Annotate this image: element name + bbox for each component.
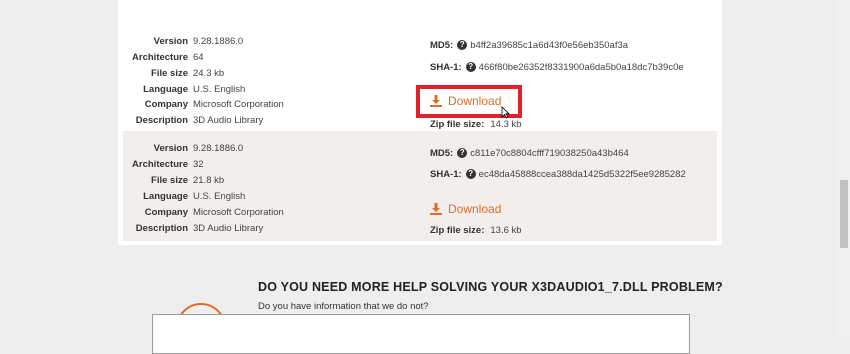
mouse-cursor-icon (501, 106, 510, 119)
sha1-row: SHA-1:? 466f80be26352f8331900a6da5b0a18dc… (430, 62, 684, 73)
file-version-32: Version 9.28.1886.0 Architecture 32 File s… (123, 131, 717, 241)
language-row: Language U.S. English (143, 191, 246, 202)
question-circle-icon[interactable]: ? (465, 62, 476, 73)
file-size-row: File size 24.3 kb (151, 68, 225, 79)
md5-row: MD5:? b4ff2a39685c1a6d43f0e56eb350af3a (430, 40, 629, 51)
zip-size-row: Zip file size: 13.6 kb (430, 225, 522, 236)
language-row: Language U.S. English (143, 84, 246, 95)
sha1-row: SHA-1:? ec48da45888ccea388da1425d5322f5ee… (430, 169, 686, 180)
description-row: Description 3D Audio Library (135, 115, 264, 126)
md5-row: MD5:? c811e70c8804cfff719038250a43b464 (430, 148, 629, 159)
file-versions-card: Version 9.28.1886.0 Architecture 64 File s… (118, 0, 722, 245)
zip-size-row: Zip file size: 14.3 kb (430, 119, 522, 130)
question-circle-icon[interactable]: ? (465, 169, 476, 180)
architecture-row: Architecture 32 (132, 159, 204, 170)
information-textarea[interactable] (152, 314, 690, 354)
scrollbar[interactable] (838, 0, 850, 336)
description-row: Description 3D Audio Library (135, 223, 264, 234)
help-subtitle: Do you have information that we do not? (258, 301, 429, 312)
scrollbar-thumb[interactable] (840, 180, 848, 248)
company-row: Company Microsoft Corporation (144, 207, 284, 218)
download-icon (430, 203, 442, 215)
version-row: Version 9.28.1886.0 (153, 36, 244, 47)
download-button[interactable]: Download (430, 202, 501, 216)
architecture-row: Architecture 64 (132, 52, 204, 63)
file-size-row: File size 21.8 kb (151, 175, 225, 186)
help-heading: DO YOU NEED MORE HELP SOLVING YOUR X3DAU… (258, 280, 723, 294)
company-row: Company Microsoft Corporation (144, 99, 284, 110)
version-row: Version 9.28.1886.0 (153, 143, 244, 154)
question-circle-icon[interactable]: ? (457, 40, 468, 51)
question-circle-icon[interactable]: ? (457, 148, 468, 159)
